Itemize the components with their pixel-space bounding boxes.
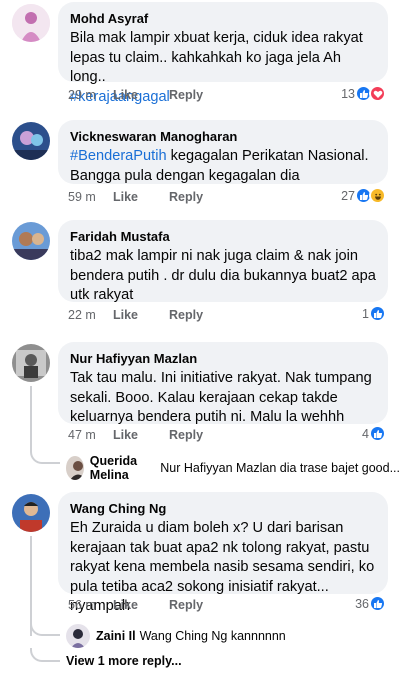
comment-text: Tak tau malu. Ini initiative rakyat. Nak… xyxy=(70,370,372,425)
comment-bubble: Nur Hafiyyan Mazlan Tak tau malu. Ini in… xyxy=(58,342,388,425)
reaction-count: 36 xyxy=(355,596,369,611)
thread-connector xyxy=(30,450,60,464)
like-button[interactable]: Like xyxy=(113,88,169,102)
reply-preview[interactable]: Zaini Il Wang Ching Ng kannnnnn xyxy=(66,624,286,648)
timestamp[interactable]: 29 m xyxy=(68,88,113,102)
comment-author[interactable]: Faridah Mustafa xyxy=(70,228,376,245)
comment-meta: 59 m Like Reply xyxy=(68,190,203,204)
comment-bubble: Vickneswaran Manogharan #BenderaPutih ke… xyxy=(58,120,388,184)
timestamp[interactable]: 56 m xyxy=(68,598,113,612)
view-more-replies-link[interactable]: View 1 more reply... xyxy=(66,654,182,668)
like-button[interactable]: Like xyxy=(113,598,169,612)
thread-line xyxy=(30,386,32,450)
comment-text: #BenderaPutih kegagalan Perikatan Nasion… xyxy=(70,148,369,184)
reply-text: Nur Hafiyyan Mazlan dia trase bajet good… xyxy=(160,461,400,475)
comment-author[interactable]: Nur Hafiyyan Mazlan xyxy=(70,350,376,367)
reply-button[interactable]: Reply xyxy=(169,598,203,612)
reply-button[interactable]: Reply xyxy=(169,308,203,322)
comment-author[interactable]: Mohd Asyraf xyxy=(70,10,376,27)
thread-line xyxy=(30,536,32,636)
timestamp[interactable]: 22 m xyxy=(68,308,113,322)
comment-meta: 29 m Like Reply xyxy=(68,88,203,102)
like-icon xyxy=(369,425,386,442)
comment-meta: 22 m Like Reply xyxy=(68,308,203,322)
reply-button[interactable]: Reply xyxy=(169,190,203,204)
avatar[interactable] xyxy=(12,4,50,42)
reaction-count: 4 xyxy=(362,426,369,441)
comment-text: tiba2 mak lampir ni nak juga claim & nak… xyxy=(70,248,376,303)
reply-preview[interactable]: Querida Melina Nur Hafiyyan Mazlan dia t… xyxy=(66,454,400,482)
reaction-summary[interactable]: 1 xyxy=(362,305,386,322)
thread-connector xyxy=(30,648,60,662)
comment-bubble: Mohd Asyraf Bila mak lampir xbuat kerja,… xyxy=(58,2,388,105)
reaction-summary[interactable]: 27 xyxy=(341,187,386,204)
timestamp[interactable]: 47 m xyxy=(68,428,113,442)
like-button[interactable]: Like xyxy=(113,428,169,442)
thread-connector xyxy=(30,622,60,636)
avatar[interactable] xyxy=(66,624,90,648)
hashtag-link[interactable]: #BenderaPutih xyxy=(70,148,167,164)
reaction-count: 1 xyxy=(362,306,369,321)
love-icon xyxy=(369,85,386,102)
reaction-summary[interactable]: 36 xyxy=(355,595,386,612)
like-button[interactable]: Like xyxy=(113,190,169,204)
haha-icon xyxy=(369,187,386,204)
comment-meta: 47 m Like Reply xyxy=(68,428,203,442)
reaction-summary[interactable]: 13 xyxy=(341,85,386,102)
reply-author[interactable]: Zaini Il xyxy=(96,629,136,643)
reply-button[interactable]: Reply xyxy=(169,428,203,442)
like-button[interactable]: Like xyxy=(113,308,169,322)
comment-meta: 56 m Like Reply xyxy=(68,598,203,612)
like-icon xyxy=(369,305,386,322)
comment-bubble: Wang Ching Ng Eh Zuraida u diam boleh x?… xyxy=(58,492,388,614)
reply-text: Wang Ching Ng kannnnnn xyxy=(139,629,286,643)
avatar[interactable] xyxy=(12,122,50,160)
reaction-count: 13 xyxy=(341,86,355,101)
avatar[interactable] xyxy=(12,222,50,260)
timestamp[interactable]: 59 m xyxy=(68,190,113,204)
avatar[interactable] xyxy=(66,456,84,480)
like-icon xyxy=(369,595,386,612)
reply-author[interactable]: Querida Melina xyxy=(90,454,156,482)
comment-author[interactable]: Wang Ching Ng xyxy=(70,500,376,517)
reaction-summary[interactable]: 4 xyxy=(362,425,386,442)
comment-bubble: Faridah Mustafa tiba2 mak lampir ni nak … xyxy=(58,220,388,303)
avatar[interactable] xyxy=(12,494,50,532)
reaction-count: 27 xyxy=(341,188,355,203)
comment-author[interactable]: Vickneswaran Manogharan xyxy=(70,128,376,145)
reply-button[interactable]: Reply xyxy=(169,88,203,102)
avatar[interactable] xyxy=(12,344,50,382)
